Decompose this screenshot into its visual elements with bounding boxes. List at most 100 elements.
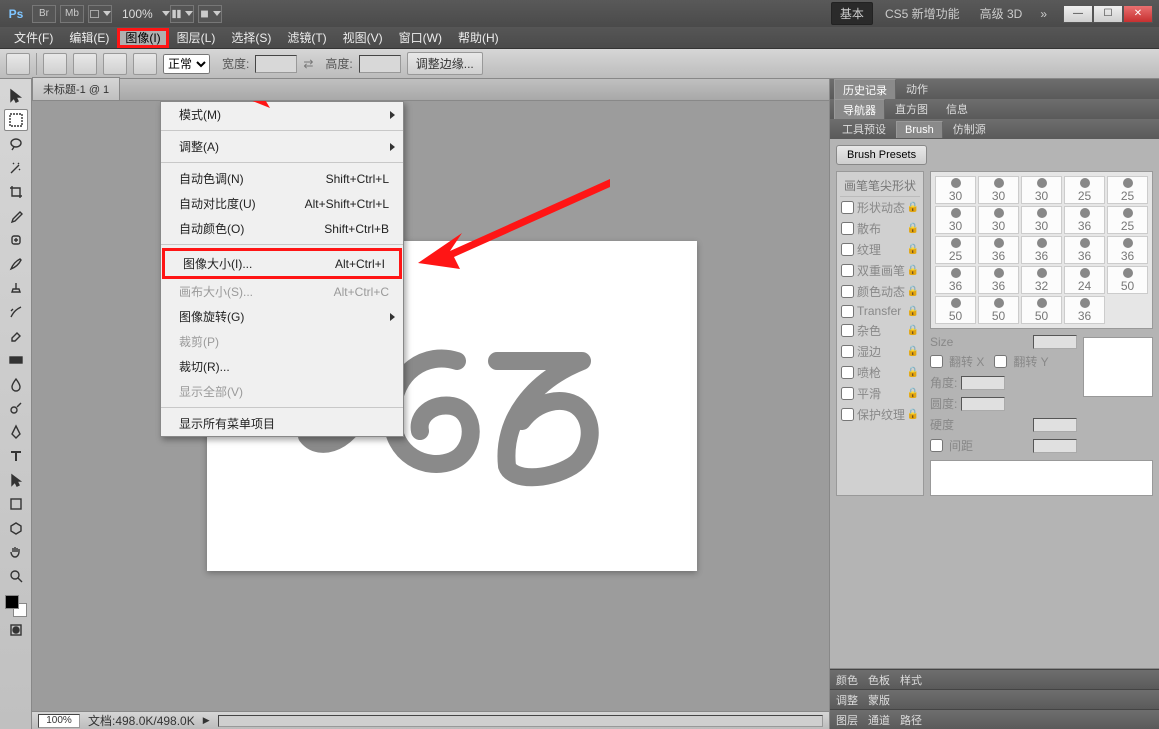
menu-view[interactable]: 视图(V) [335,27,391,48]
brush-preset-cell[interactable]: 36 [1107,236,1148,264]
history-brush-tool[interactable] [4,301,28,323]
blend-mode-select[interactable]: 正常 [163,54,210,74]
brush-preset-cell[interactable]: 36 [1064,296,1105,324]
tab-actions[interactable]: 动作 [898,79,936,99]
screen-arrange-button[interactable] [88,5,112,23]
brush-preset-cell[interactable]: 30 [1021,176,1062,204]
lasso-tool[interactable] [4,133,28,155]
brush-preset-cell[interactable]: 25 [935,236,976,264]
brush-opt-color-dynamics[interactable]: 颜色动态🔒 [840,281,920,302]
menu-item-show-all[interactable]: 显示所有菜单项目 [161,411,403,436]
menu-filter[interactable]: 滤镜(T) [279,27,334,48]
angle-input[interactable] [961,376,1005,390]
refine-edge-button[interactable]: 调整边缘... [407,52,483,75]
brush-opt-protect-texture[interactable]: 保护纹理🔒 [840,404,920,425]
tab-history[interactable]: 历史记录 [834,79,896,100]
brush-preset-cell[interactable]: 25 [1107,176,1148,204]
minimize-button[interactable]: — [1063,5,1093,23]
marquee-tool[interactable] [4,109,28,131]
workspace-3d[interactable]: 高级 3D [972,3,1031,24]
hardness-input[interactable] [1033,418,1077,432]
brush-size-input[interactable] [1033,335,1077,349]
dodge-tool[interactable] [4,397,28,419]
marquee-tool-indicator[interactable] [6,53,30,75]
brush-preset-cell[interactable]: 50 [978,296,1019,324]
menu-item-canvas-size[interactable]: 画布大小(S)...Alt+Ctrl+C [161,279,403,304]
brush-opt-airbrush[interactable]: 喷枪🔒 [840,362,920,383]
tab-layers[interactable]: 图层 [836,712,858,728]
eyedropper-tool[interactable] [4,205,28,227]
crop-tool[interactable] [4,181,28,203]
menu-select[interactable]: 选择(S) [223,27,279,48]
color-panel-collapsed[interactable]: 颜色 色板 样式 [830,669,1159,689]
menu-item-auto-tone[interactable]: 自动色调(N)Shift+Ctrl+L [161,166,403,191]
brush-tip-shape-label[interactable]: 画笔笔尖形状 [840,175,920,197]
flip-y-checkbox[interactable] [994,355,1007,368]
quick-mask-button[interactable] [4,619,28,641]
shape-tool[interactable] [4,493,28,515]
type-tool[interactable] [4,445,28,467]
brush-presets-button[interactable]: Brush Presets [836,145,927,165]
hand-tool[interactable] [4,541,28,563]
3d-tool[interactable] [4,517,28,539]
brush-preset-cell[interactable]: 30 [1021,206,1062,234]
menu-layer[interactable]: 图层(L) [169,27,224,48]
menu-item-auto-contrast[interactable]: 自动对比度(U)Alt+Shift+Ctrl+L [161,191,403,216]
healing-brush-tool[interactable] [4,229,28,251]
menu-window[interactable]: 窗口(W) [391,27,450,48]
brush-preset-cell[interactable]: 36 [1021,236,1062,264]
document-tab[interactable]: 未标题-1 @ 1 [32,77,120,100]
tab-histogram[interactable]: 直方图 [887,99,936,119]
brush-preset-cell[interactable]: 36 [1064,236,1105,264]
status-zoom[interactable]: 100% [38,714,80,728]
brush-opt-dual-brush[interactable]: 双重画笔🔒 [840,260,920,281]
bridge-button[interactable]: Br [32,5,56,23]
color-swatch[interactable] [5,595,27,617]
spacing-input[interactable] [1033,439,1077,453]
menu-image[interactable]: 图像(I) [117,28,168,48]
zoom-tool[interactable] [4,565,28,587]
selection-subtract-button[interactable] [103,53,127,75]
brush-preset-cell[interactable]: 36 [1064,206,1105,234]
brush-angle-preview[interactable] [1083,337,1153,397]
brush-preset-cell[interactable]: 24 [1064,266,1105,294]
tab-navigator[interactable]: 导航器 [834,99,885,120]
workspace-more-icon[interactable]: » [1040,7,1047,21]
brush-preset-cell[interactable]: 25 [1107,206,1148,234]
clone-stamp-tool[interactable] [4,277,28,299]
gradient-tool[interactable] [4,349,28,371]
path-selection-tool[interactable] [4,469,28,491]
screen-mode-button[interactable] [170,5,194,23]
brush-preset-cell[interactable]: 32 [1021,266,1062,294]
brush-tool[interactable] [4,253,28,275]
menu-file[interactable]: 文件(F) [6,27,61,48]
brush-preset-cell[interactable]: 30 [935,176,976,204]
menu-edit[interactable]: 编辑(E) [61,27,117,48]
brush-opt-smoothing[interactable]: 平滑🔒 [840,383,920,404]
tab-channels[interactable]: 通道 [868,712,890,728]
menu-help[interactable]: 帮助(H) [450,27,507,48]
tab-styles[interactable]: 样式 [900,672,922,688]
brush-opt-noise[interactable]: 杂色🔒 [840,320,920,341]
brush-preset-cell[interactable]: 36 [978,266,1019,294]
brush-preset-grid[interactable]: 3030302525303030362525363636363636322450… [930,171,1153,329]
brush-opt-transfer[interactable]: Transfer🔒 [840,302,920,320]
brush-preset-cell[interactable]: 36 [935,266,976,294]
tab-tool-presets[interactable]: 工具预设 [834,119,894,139]
tab-brush[interactable]: Brush [896,121,943,138]
workspace-cs5-new[interactable]: CS5 新增功能 [877,3,968,24]
tab-swatches[interactable]: 色板 [868,672,890,688]
swap-icon[interactable]: ⇄ [303,57,313,71]
brush-preset-cell[interactable]: 50 [1107,266,1148,294]
magic-wand-tool[interactable] [4,157,28,179]
brush-preset-cell[interactable]: 30 [978,206,1019,234]
tab-clone-source[interactable]: 仿制源 [945,119,994,139]
zoom-level[interactable]: 100% [122,7,153,21]
brush-preset-cell[interactable]: 50 [935,296,976,324]
menu-item-crop[interactable]: 裁剪(P) [161,329,403,354]
roundness-input[interactable] [961,397,1005,411]
minibridge-button[interactable]: Mb [60,5,84,23]
menu-item-adjustments[interactable]: 调整(A) [161,134,403,159]
width-input[interactable] [255,55,297,73]
adjustments-panel-collapsed[interactable]: 调整 蒙版 [830,689,1159,709]
